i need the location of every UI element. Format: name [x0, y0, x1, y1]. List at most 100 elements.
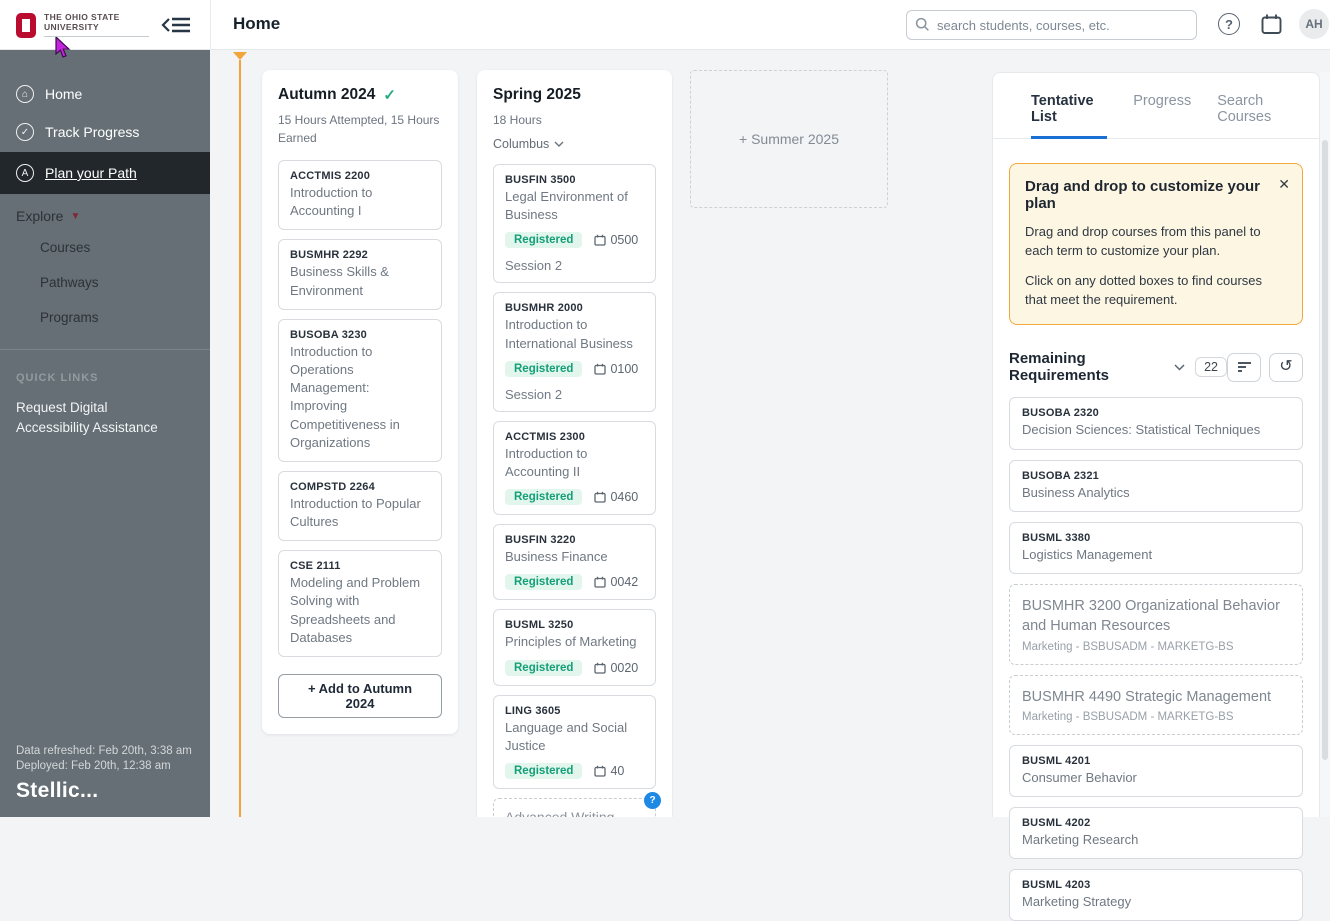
sort-filter-button[interactable] — [1227, 352, 1261, 382]
course-title: Language and Social Justice — [505, 719, 628, 753]
registered-badge: Registered — [505, 360, 583, 377]
course-title: Marketing Research — [1022, 832, 1139, 848]
term-hours-summary: 18 Hours — [493, 113, 542, 127]
sidebar-item-track-progress[interactable]: ✓ Track Progress — [0, 114, 210, 150]
sidebar-item-plan-your-path[interactable]: A Plan your Path — [0, 152, 210, 194]
tab-tentative-list[interactable]: Tentative List — [1031, 93, 1108, 139]
chevron-down-icon — [554, 141, 564, 147]
remaining-requirements-header: Remaining Requirements 22 ↺ — [1009, 350, 1303, 384]
timeline-now-line — [239, 60, 241, 817]
sidebar-item-label: Home — [45, 86, 83, 102]
requirement-card[interactable]: BUSOBA 2320 Decision Sciences: Statistica… — [1009, 397, 1303, 450]
course-card[interactable]: ACCTMIS 2200 Introduction to Accounting I — [278, 160, 442, 231]
requirement-placeholder-card[interactable]: Advanced Writing Literacy Marketing - BS… — [493, 791, 661, 817]
section-number: 0020 — [594, 661, 638, 675]
requirement-card[interactable]: BUSML 4203 Marketing Strategy — [1009, 869, 1303, 921]
course-card[interactable]: BUSFIN 3220 Business Finance Registered 004… — [493, 524, 656, 601]
timeline-now-marker — [233, 52, 247, 60]
course-title: Logistics Management — [1022, 546, 1153, 562]
requirement-card[interactable]: BUSMHR 3200 Organizational Behavior and … — [1009, 583, 1303, 665]
campus-selector[interactable]: Columbus — [493, 137, 656, 151]
course-title: Decision Sciences: Statistical Technique… — [1022, 422, 1261, 438]
course-code: BUSML 4202 — [1022, 817, 1091, 830]
term-column-autumn-2024: Autumn 2024 ✓ 15 Hours Attempted, 15 Hou… — [262, 70, 458, 734]
requirement-card[interactable]: BUSOBA 2321 Business Analytics — [1009, 459, 1303, 512]
notice-paragraph: Click on any dotted boxes to find course… — [1025, 272, 1263, 307]
add-term-label: + Summer 2025 — [739, 131, 839, 147]
course-title: Marketing Strategy — [1022, 894, 1132, 910]
remaining-count-badge: 22 — [1195, 357, 1227, 378]
course-title: Business Analytics — [1022, 484, 1130, 500]
sidebar-item-label: Plan your Path — [45, 165, 137, 181]
term-column-spring-2025: Spring 2025 18 Hours Columbus BUSFIN 350… — [477, 70, 672, 817]
sort-icon — [1237, 362, 1251, 373]
tab-progress[interactable]: Progress — [1133, 93, 1191, 138]
search-icon — [915, 17, 930, 37]
calendar-button[interactable] — [1257, 10, 1285, 38]
chevron-down-icon[interactable] — [1174, 364, 1185, 371]
course-card[interactable]: BUSMHR 2292 Business Skills & Environment — [278, 239, 442, 310]
course-code: BUSFIN 3220 — [505, 534, 576, 547]
calendar-icon — [594, 235, 607, 247]
track-progress-icon: ✓ — [16, 123, 34, 141]
course-title: Introduction to Accounting II — [505, 445, 588, 479]
sidebar-footer: Data refreshed: Feb 20th, 3:38 am Deploy… — [16, 745, 192, 803]
calendar-icon — [594, 662, 607, 674]
course-title: Business Finance — [505, 549, 608, 565]
page-title: Home — [233, 14, 281, 33]
panel-scrollbar-thumb[interactable] — [1322, 140, 1328, 760]
plan-path-icon: A — [16, 164, 34, 182]
course-badge-row: Registered 0500 — [505, 232, 644, 249]
search-input[interactable] — [906, 10, 1197, 40]
section-number: 40 — [594, 764, 624, 778]
course-card[interactable]: BUSML 3250 Principles of Marketing Registe… — [493, 609, 656, 686]
close-icon[interactable]: ✕ — [1278, 176, 1290, 193]
requirement-program: Marketing - BSBUSADM - MARKETG-BS — [1022, 710, 1234, 723]
refresh-button[interactable]: ↺ — [1269, 352, 1303, 382]
quick-links-heading: QUICK LINKS — [16, 372, 99, 384]
course-card[interactable]: LING 3605 Language and Social Justice Regi… — [493, 694, 656, 789]
sidebar-explore-toggle[interactable]: Explore ▼ — [0, 196, 210, 230]
course-card[interactable]: BUSMHR 2000 Introduction to International… — [493, 292, 656, 412]
registered-badge: Registered — [505, 762, 583, 779]
sidebar-item-label: Track Progress — [45, 124, 140, 140]
course-card[interactable]: ACCTMIS 2300 Introduction to Accounting I… — [493, 420, 656, 516]
sidebar-collapse-icon[interactable] — [160, 13, 192, 37]
deployed-text: Deployed: Feb 20th, 12:38 am — [16, 760, 171, 772]
course-code: BUSOBA 2321 — [1022, 469, 1099, 482]
sidebar-item-programs[interactable]: Programs — [0, 300, 210, 335]
calendar-icon — [594, 491, 607, 503]
course-code: COMPSTD 2264 — [290, 480, 375, 493]
requirement-card[interactable]: BUSML 3380 Logistics Management — [1009, 521, 1303, 574]
header-divider — [210, 0, 211, 50]
requirement-card[interactable]: BUSMHR 4490 Strategic Management Marketin… — [1009, 674, 1303, 735]
refresh-icon: ↺ — [1279, 358, 1293, 376]
course-code: BUSML 3250 — [505, 619, 574, 632]
quick-link-accessibility[interactable]: Request Digital Accessibility Assistance — [0, 384, 195, 437]
avatar[interactable]: AH — [1299, 9, 1329, 39]
campus-label: Columbus — [493, 137, 550, 151]
course-card[interactable]: COMPSTD 2264 Introduction to Popular Cult… — [278, 470, 442, 542]
section-number-text: 0042 — [610, 575, 639, 590]
course-card[interactable]: BUSFIN 3500 Legal Environment of Business… — [493, 164, 656, 284]
section-number: 0460 — [594, 490, 638, 504]
course-card[interactable]: BUSOBA 3230 Introduction to Operations Ma… — [278, 318, 442, 462]
course-card[interactable]: CSE 2111 Modeling and Problem Solving wit… — [278, 550, 442, 657]
course-title: Principles of Marketing — [505, 634, 637, 650]
sidebar-item-courses[interactable]: Courses — [0, 230, 210, 265]
drag-drop-notice: Drag and drop to customize your plan ✕ D… — [1009, 163, 1303, 326]
help-bubble-icon[interactable]: ? — [644, 791, 661, 809]
add-to-autumn-button[interactable]: + Add to Autumn 2024 — [278, 674, 442, 718]
requirement-card[interactable]: BUSML 4202 Marketing Research — [1009, 807, 1303, 860]
sidebar-item-pathways[interactable]: Pathways — [0, 265, 210, 300]
requirement-card[interactable]: BUSML 4201 Consumer Behavior — [1009, 744, 1303, 798]
course-code: BUSML 3380 — [1022, 531, 1091, 544]
help-button[interactable]: ? — [1215, 10, 1243, 38]
add-summer-term-box[interactable]: + Summer 2025 — [690, 70, 888, 208]
tab-search-courses[interactable]: Search Courses — [1217, 93, 1303, 138]
course-code: BUSMHR 2292 — [290, 249, 369, 262]
course-title: Legal Environment of Business — [505, 189, 628, 223]
term-course-list: BUSFIN 3500 Legal Environment of Business… — [493, 164, 656, 789]
section-number-text: 0460 — [610, 490, 639, 505]
sidebar-item-home[interactable]: ⌂ Home — [0, 76, 210, 112]
